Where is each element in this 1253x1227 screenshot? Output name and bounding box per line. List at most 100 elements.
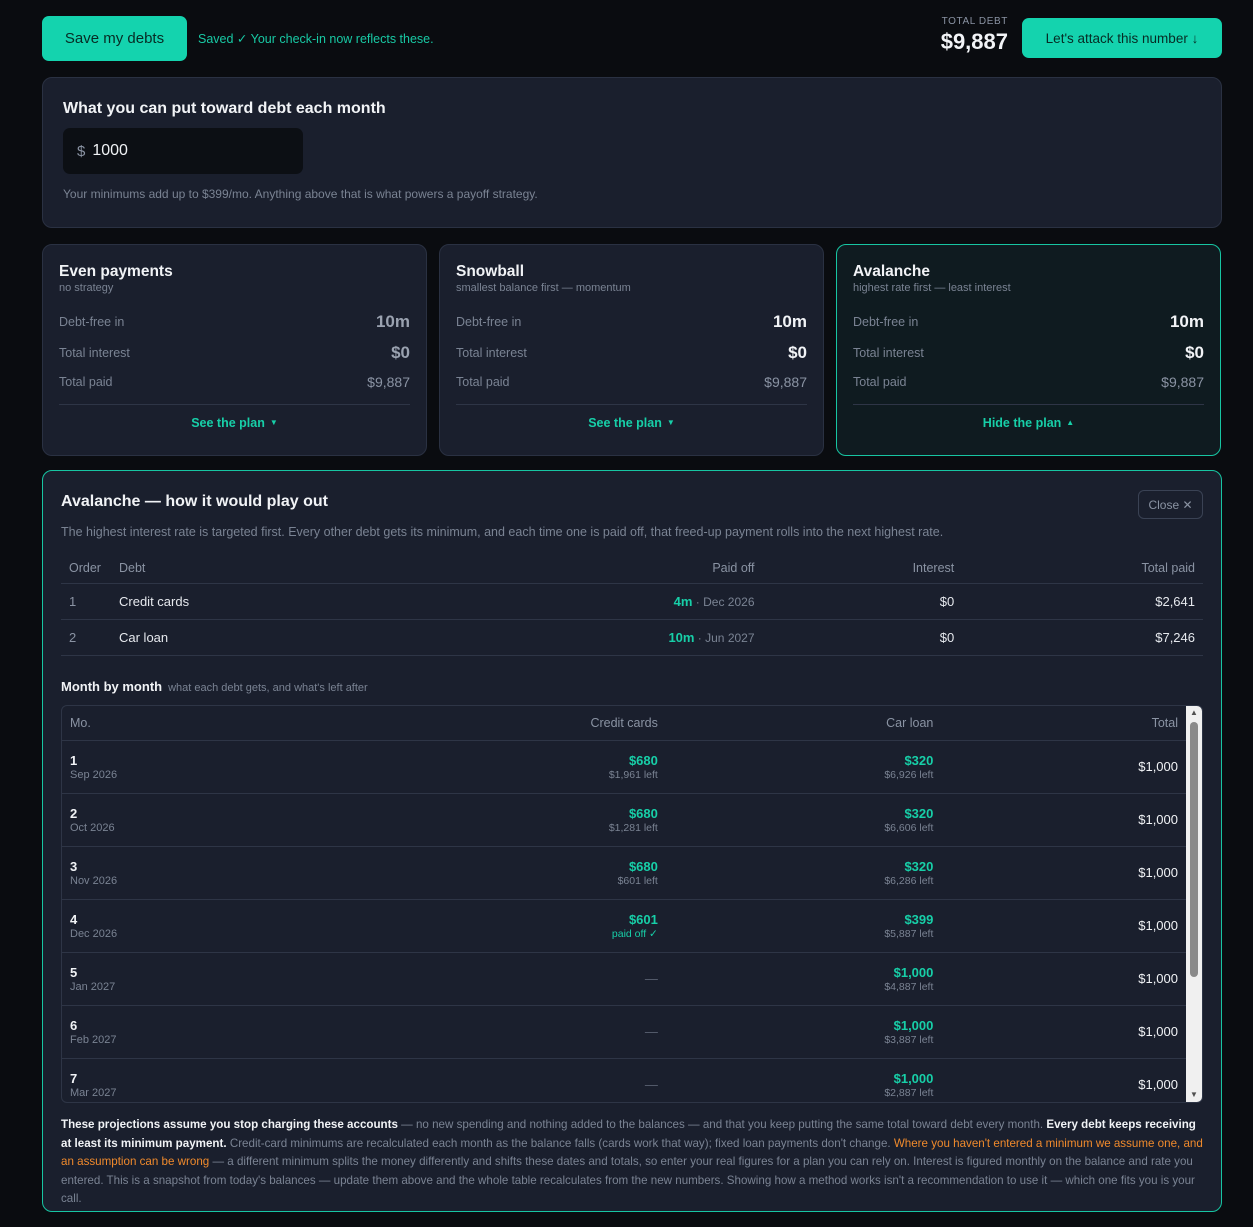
disclaimer-bold-1: These projections assume you stop chargi… (61, 1118, 398, 1131)
plan-description: The highest interest rate is targeted fi… (61, 525, 944, 539)
month-date: Nov 2026 (70, 874, 118, 887)
monthly-budget-card: What you can put toward debt each month … (42, 77, 1222, 228)
vertical-scrollbar[interactable]: ▲ ▼ (1186, 706, 1202, 1102)
month-date: Mar 2027 (70, 1086, 117, 1099)
scrollbar-thumb[interactable] (1190, 722, 1198, 977)
payment-amount: $680 (628, 752, 658, 768)
month-cell: 1 Sep 2026 (62, 740, 262, 794)
paid-off-date: · Dec 2026 (692, 595, 755, 609)
disclaimer-text-3: — a different minimum splits the money d… (61, 1155, 1195, 1205)
debt-cell: Car loan (111, 619, 410, 656)
strategy-name: Snowball (456, 263, 525, 280)
col-total: Total (941, 706, 1186, 741)
see-plan-toggle[interactable]: See the plan ▼ (456, 416, 807, 430)
table-row: 2 Car loan 10m · Jun 2027 $0 $7,246 (61, 619, 1203, 656)
strategy-card-even[interactable]: Even payments no strategy Debt-free in 1… (42, 244, 427, 456)
empty-dash: — (644, 1076, 658, 1092)
month-number: 4 (70, 911, 78, 927)
divider (59, 404, 410, 405)
caret-down-icon: ▼ (666, 418, 675, 427)
col-total-paid: Total paid (962, 561, 1203, 584)
total-interest-row: Total interest $0 (456, 343, 807, 363)
month-by-month-table-container[interactable]: Mo. Credit cards Car loan Total 1 Sep 202… (61, 705, 1203, 1103)
empty-dash: — (644, 970, 658, 986)
total-cell: $1,000 (941, 1058, 1186, 1102)
balance-left: $601 left (617, 874, 658, 887)
month-cell: 6 Feb 2027 (62, 1005, 262, 1059)
top-bar: Save my debts Saved ✓ Your check-in now … (42, 16, 1222, 61)
strategy-card-snowball[interactable]: Snowball smallest balance first — moment… (439, 244, 824, 456)
hide-plan-toggle[interactable]: Hide the plan ▲ (853, 416, 1204, 430)
col-interest: Interest (762, 561, 963, 584)
balance-left: $3,887 left (884, 1033, 934, 1046)
debt-free-row: Debt-free in 10m (853, 312, 1204, 332)
total-paid-label: Total paid (853, 375, 907, 389)
month-date: Jan 2027 (70, 980, 116, 993)
balance-left: $6,286 left (884, 874, 934, 887)
month-by-month-subtitle: what each debt gets, and what's left aft… (168, 682, 368, 694)
disclaimer-text-1: — no new spending and nothing added to t… (397, 1118, 1047, 1131)
total-cell: $1,000 (941, 952, 1186, 1006)
debt-free-label: Debt-free in (853, 315, 919, 329)
col-order: Order (61, 561, 111, 584)
paid-off-cell: 10m · Jun 2027 (409, 619, 763, 656)
total-interest-value: $0 (788, 343, 807, 362)
total-paid-label: Total paid (59, 375, 113, 389)
monthly-amount-value[interactable]: 1000 (92, 142, 128, 160)
attack-number-button[interactable]: Let's attack this number ↓ (1022, 18, 1222, 58)
col-month: Mo. (62, 706, 262, 741)
strategy-card-avalanche[interactable]: Avalanche highest rate first — least int… (836, 244, 1221, 456)
balance-left: $5,887 left (884, 927, 934, 940)
month-by-month-title: Month by month (61, 679, 163, 694)
monthly-budget-title: What you can put toward debt each month (63, 100, 386, 117)
total-paid-label: Total paid (456, 375, 510, 389)
disclaimer-text-2: Credit-card minimums are recalculated ea… (226, 1136, 894, 1150)
total-interest-value: $0 (391, 343, 410, 362)
payment-amount: $1,000 (893, 964, 934, 980)
credit-cards-cell: $680 $1,961 left (261, 740, 666, 794)
month-date: Feb 2027 (70, 1033, 117, 1046)
table-row: 4 Dec 2026 $601 paid off ✓ $399 $5,887 left… (62, 899, 1186, 953)
balance-left: $6,926 left (884, 768, 934, 781)
car-loan-cell: $320 $6,926 left (665, 740, 942, 794)
total-paid-row: Total paid $9,887 (853, 374, 1204, 390)
month-date: Oct 2026 (70, 821, 115, 834)
paid-off-date: · Jun 2027 (694, 631, 755, 645)
month-by-month-scroll-area[interactable]: Mo. Credit cards Car loan Total 1 Sep 202… (62, 706, 1186, 1102)
month-cell: 5 Jan 2027 (62, 952, 262, 1006)
total-interest-row: Total interest $0 (853, 343, 1204, 363)
save-debts-button[interactable]: Save my debts (42, 16, 187, 61)
car-loan-cell: $1,000 $4,887 left (665, 952, 942, 1006)
payment-amount: $680 (628, 805, 658, 821)
see-plan-toggle[interactable]: See the plan ▼ (59, 416, 410, 430)
total-paid-cell: $7,246 (962, 619, 1203, 656)
table-row: 2 Oct 2026 $680 $1,281 left $320 $6,606 lef… (62, 793, 1186, 847)
total-cell: $1,000 (941, 793, 1186, 847)
total-interest-label: Total interest (456, 346, 527, 360)
minimums-note: Your minimums add up to $399/mo. Anythin… (63, 187, 538, 201)
col-car-loan: Car loan (665, 706, 942, 741)
col-paid-off: Paid off (409, 561, 763, 584)
scroll-up-arrow-icon[interactable]: ▲ (1186, 706, 1202, 720)
month-number: 6 (70, 1017, 78, 1033)
month-number: 7 (70, 1070, 78, 1086)
close-button[interactable]: Close ✕ (1138, 490, 1203, 519)
credit-cards-cell: — (261, 1005, 666, 1059)
caret-down-icon: ▼ (269, 418, 278, 427)
saved-status: Saved ✓ Your check-in now reflects these… (198, 32, 434, 46)
total-paid-row: Total paid $9,887 (59, 374, 410, 390)
total-interest-row: Total interest $0 (59, 343, 410, 363)
balance-left: $1,961 left (608, 768, 658, 781)
payment-amount: $1,000 (893, 1017, 934, 1033)
projection-disclaimer: These projections assume you stop chargi… (61, 1116, 1203, 1209)
month-number: 3 (70, 858, 78, 874)
paid-off-months: 10m (668, 630, 695, 645)
scroll-down-arrow-icon[interactable]: ▼ (1186, 1088, 1202, 1102)
month-number: 2 (70, 805, 78, 821)
credit-cards-cell: — (261, 952, 666, 1006)
monthly-amount-input[interactable]: $ 1000 (63, 128, 303, 174)
payoff-order-table: Order Debt Paid off Interest Total paid … (61, 561, 1203, 656)
col-credit-cards: Credit cards (261, 706, 666, 741)
credit-cards-cell: $680 $1,281 left (261, 793, 666, 847)
table-row: 5 Jan 2027 — $1,000 $4,887 left $1,000 (62, 952, 1186, 1006)
